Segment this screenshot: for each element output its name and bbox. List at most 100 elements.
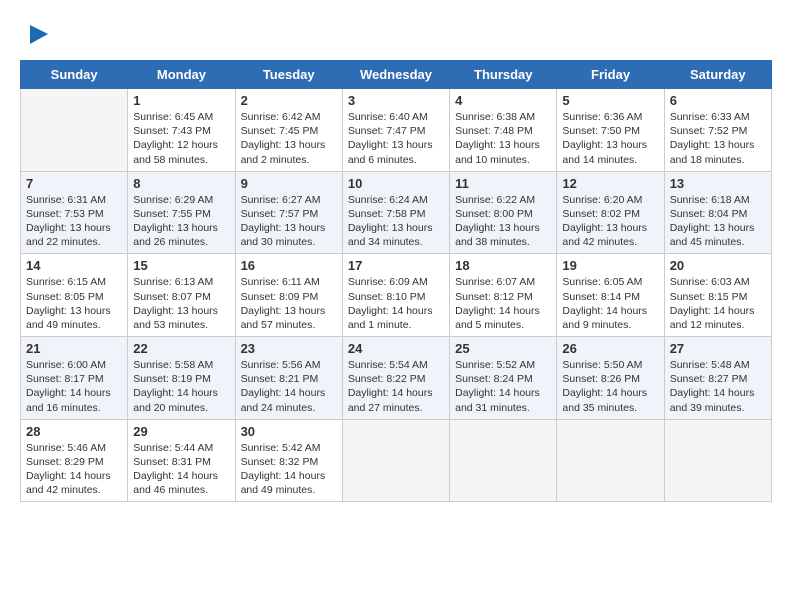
- cell-line: Sunset: 8:24 PM: [455, 372, 551, 386]
- cell-line: Sunset: 7:50 PM: [562, 124, 658, 138]
- cell-line: Sunset: 8:10 PM: [348, 290, 444, 304]
- cell-line: Daylight: 13 hours: [26, 304, 122, 318]
- cell-line: Sunrise: 6:20 AM: [562, 193, 658, 207]
- cell-line: and 42 minutes.: [562, 235, 658, 249]
- day-number: 12: [562, 176, 658, 191]
- day-number: 8: [133, 176, 229, 191]
- cell-line: Sunrise: 6:22 AM: [455, 193, 551, 207]
- cell-line: and 20 minutes.: [133, 401, 229, 415]
- calendar-cell: 20Sunrise: 6:03 AMSunset: 8:15 PMDayligh…: [664, 254, 771, 337]
- cell-line: Sunset: 7:58 PM: [348, 207, 444, 221]
- cell-line: Sunset: 7:47 PM: [348, 124, 444, 138]
- calendar-cell: [557, 419, 664, 502]
- cell-line: and 34 minutes.: [348, 235, 444, 249]
- calendar-cell: 21Sunrise: 6:00 AMSunset: 8:17 PMDayligh…: [21, 337, 128, 420]
- day-number: 14: [26, 258, 122, 273]
- day-number: 2: [241, 93, 337, 108]
- calendar-cell: 15Sunrise: 6:13 AMSunset: 8:07 PMDayligh…: [128, 254, 235, 337]
- cell-line: Daylight: 14 hours: [670, 386, 766, 400]
- cell-line: and 18 minutes.: [670, 153, 766, 167]
- calendar-cell: 10Sunrise: 6:24 AMSunset: 7:58 PMDayligh…: [342, 171, 449, 254]
- cell-line: Sunrise: 6:33 AM: [670, 110, 766, 124]
- cell-line: Sunrise: 6:11 AM: [241, 275, 337, 289]
- cell-line: Sunset: 7:55 PM: [133, 207, 229, 221]
- cell-line: Daylight: 13 hours: [348, 221, 444, 235]
- weekday-header: Wednesday: [342, 61, 449, 89]
- cell-line: and 24 minutes.: [241, 401, 337, 415]
- cell-line: Sunset: 8:26 PM: [562, 372, 658, 386]
- cell-line: Sunrise: 6:38 AM: [455, 110, 551, 124]
- weekday-header: Saturday: [664, 61, 771, 89]
- calendar-cell: 6Sunrise: 6:33 AMSunset: 7:52 PMDaylight…: [664, 89, 771, 172]
- day-number: 19: [562, 258, 658, 273]
- cell-line: Daylight: 14 hours: [348, 304, 444, 318]
- cell-line: Sunset: 7:43 PM: [133, 124, 229, 138]
- cell-line: Daylight: 14 hours: [241, 386, 337, 400]
- calendar-cell: 3Sunrise: 6:40 AMSunset: 7:47 PMDaylight…: [342, 89, 449, 172]
- weekday-header: Friday: [557, 61, 664, 89]
- cell-line: Sunrise: 5:58 AM: [133, 358, 229, 372]
- cell-line: Daylight: 13 hours: [133, 221, 229, 235]
- calendar-row: 7Sunrise: 6:31 AMSunset: 7:53 PMDaylight…: [21, 171, 772, 254]
- weekday-header: Sunday: [21, 61, 128, 89]
- cell-line: Sunrise: 6:29 AM: [133, 193, 229, 207]
- cell-line: Sunset: 7:48 PM: [455, 124, 551, 138]
- cell-line: and 10 minutes.: [455, 153, 551, 167]
- day-number: 18: [455, 258, 551, 273]
- cell-line: Sunrise: 5:50 AM: [562, 358, 658, 372]
- calendar-cell: 5Sunrise: 6:36 AMSunset: 7:50 PMDaylight…: [557, 89, 664, 172]
- cell-line: Daylight: 14 hours: [455, 386, 551, 400]
- day-number: 27: [670, 341, 766, 356]
- cell-line: and 14 minutes.: [562, 153, 658, 167]
- cell-line: and 38 minutes.: [455, 235, 551, 249]
- cell-line: and 5 minutes.: [455, 318, 551, 332]
- cell-line: and 57 minutes.: [241, 318, 337, 332]
- cell-line: Daylight: 14 hours: [562, 304, 658, 318]
- cell-line: Sunset: 8:02 PM: [562, 207, 658, 221]
- cell-line: and 1 minute.: [348, 318, 444, 332]
- cell-line: Daylight: 13 hours: [241, 138, 337, 152]
- cell-line: Daylight: 14 hours: [26, 386, 122, 400]
- calendar-cell: 9Sunrise: 6:27 AMSunset: 7:57 PMDaylight…: [235, 171, 342, 254]
- calendar-cell: 26Sunrise: 5:50 AMSunset: 8:26 PMDayligh…: [557, 337, 664, 420]
- cell-line: Daylight: 13 hours: [562, 221, 658, 235]
- cell-line: Sunset: 8:14 PM: [562, 290, 658, 304]
- day-number: 13: [670, 176, 766, 191]
- calendar-cell: 14Sunrise: 6:15 AMSunset: 8:05 PMDayligh…: [21, 254, 128, 337]
- day-number: 10: [348, 176, 444, 191]
- cell-line: Sunset: 8:04 PM: [670, 207, 766, 221]
- cell-line: and 27 minutes.: [348, 401, 444, 415]
- cell-line: Daylight: 12 hours: [133, 138, 229, 152]
- cell-line: Sunset: 8:27 PM: [670, 372, 766, 386]
- cell-line: and 49 minutes.: [241, 483, 337, 497]
- calendar-cell: 16Sunrise: 6:11 AMSunset: 8:09 PMDayligh…: [235, 254, 342, 337]
- calendar-cell: 18Sunrise: 6:07 AMSunset: 8:12 PMDayligh…: [450, 254, 557, 337]
- calendar-cell: 13Sunrise: 6:18 AMSunset: 8:04 PMDayligh…: [664, 171, 771, 254]
- cell-line: Sunrise: 5:54 AM: [348, 358, 444, 372]
- cell-line: Sunrise: 6:27 AM: [241, 193, 337, 207]
- cell-line: Sunset: 8:31 PM: [133, 455, 229, 469]
- calendar-cell: 7Sunrise: 6:31 AMSunset: 7:53 PMDaylight…: [21, 171, 128, 254]
- day-number: 3: [348, 93, 444, 108]
- cell-line: and 39 minutes.: [670, 401, 766, 415]
- cell-line: Sunrise: 5:44 AM: [133, 441, 229, 455]
- calendar-cell: 8 Sunrise: 6:29 AMSunset: 7:55 PMDaylight…: [128, 171, 235, 254]
- cell-line: Daylight: 14 hours: [455, 304, 551, 318]
- day-number: 23: [241, 341, 337, 356]
- day-number: 5: [562, 93, 658, 108]
- cell-line: Daylight: 14 hours: [133, 386, 229, 400]
- cell-line: Sunset: 8:17 PM: [26, 372, 122, 386]
- logo-icon: [20, 20, 50, 50]
- cell-line: Sunrise: 6:09 AM: [348, 275, 444, 289]
- calendar-cell: 29Sunrise: 5:44 AMSunset: 8:31 PMDayligh…: [128, 419, 235, 502]
- cell-line: and 6 minutes.: [348, 153, 444, 167]
- cell-line: Sunset: 8:21 PM: [241, 372, 337, 386]
- cell-line: and 53 minutes.: [133, 318, 229, 332]
- day-number: 20: [670, 258, 766, 273]
- cell-line: Sunset: 7:52 PM: [670, 124, 766, 138]
- cell-line: and 42 minutes.: [26, 483, 122, 497]
- calendar-cell: 11Sunrise: 6:22 AMSunset: 8:00 PMDayligh…: [450, 171, 557, 254]
- weekday-header: Monday: [128, 61, 235, 89]
- calendar-cell: 2Sunrise: 6:42 AMSunset: 7:45 PMDaylight…: [235, 89, 342, 172]
- cell-line: Sunset: 8:15 PM: [670, 290, 766, 304]
